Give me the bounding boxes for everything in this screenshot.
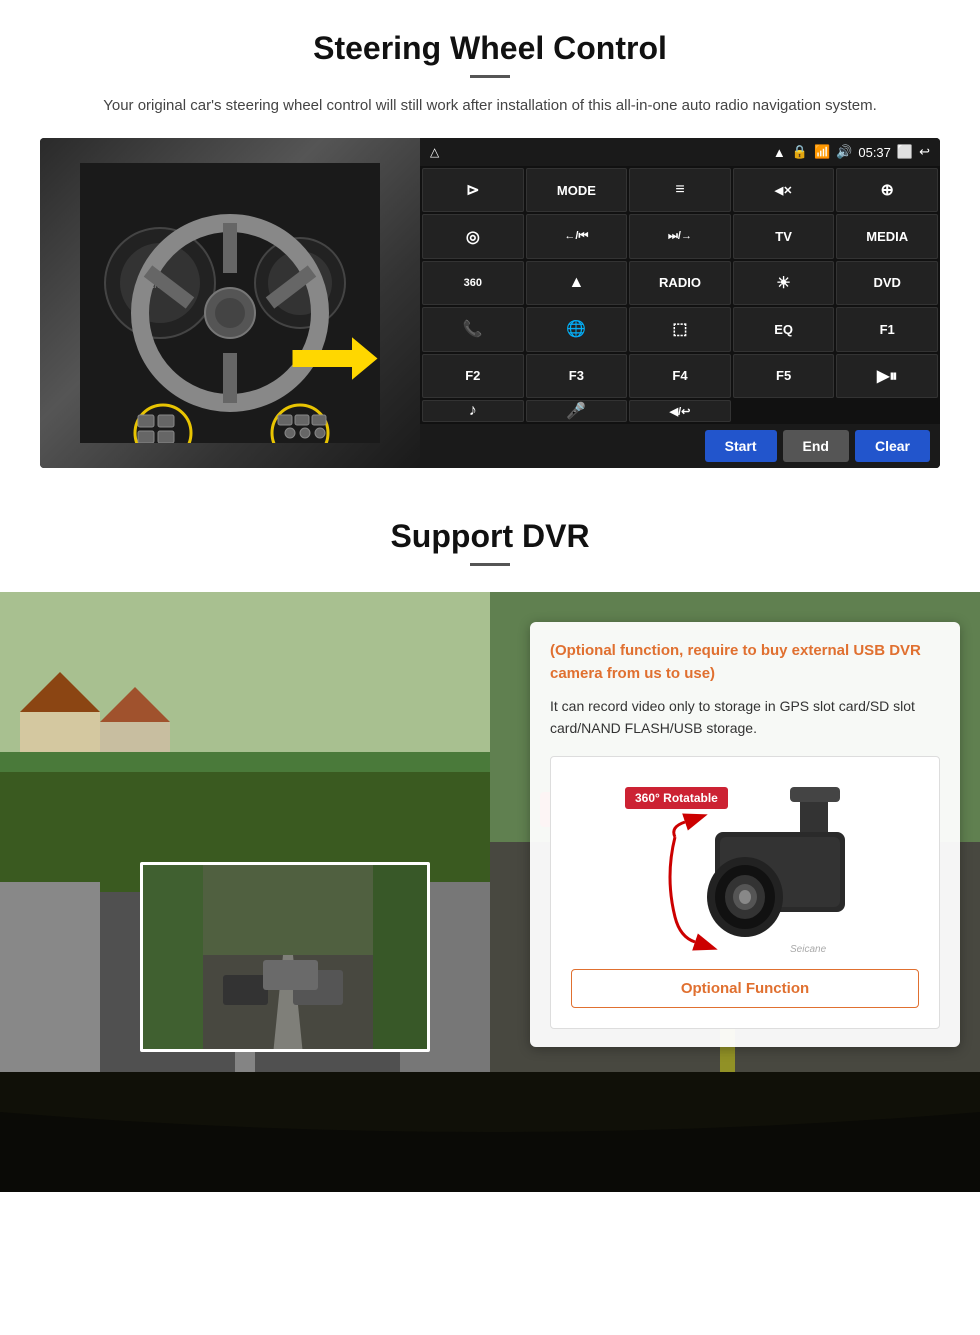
svg-text:Seicane: Seicane [790, 944, 827, 955]
hu-btn-dvd[interactable]: DVD [836, 261, 938, 305]
hu-btn-mute[interactable]: ◀✕ [733, 168, 835, 212]
hu-btn-next[interactable]: ⏭/→ [629, 214, 731, 258]
hu-btn-f3[interactable]: F3 [526, 354, 628, 398]
window-icon: ⬜ [897, 144, 913, 160]
dvr-bottom-area [0, 1072, 980, 1192]
steering-wheel-icon: km/h [80, 163, 380, 443]
dvr-section: Support DVR [0, 488, 980, 1192]
steering-image: km/h [40, 138, 420, 468]
bottom-scene [0, 1072, 980, 1192]
dvr-info-box: (Optional function, require to buy exter… [530, 622, 960, 1047]
hu-btn-back2[interactable]: ◀/↩ [629, 400, 731, 422]
hu-btn-tv[interactable]: TV [733, 214, 835, 258]
home-icon: △ [430, 145, 439, 159]
hu-btn-brightness[interactable]: ☀ [733, 261, 835, 305]
hu-btn-music[interactable]: ♪ [422, 400, 524, 422]
headunit-button-grid: ⊳ MODE ≡ ◀✕ ⊕ ◎ ←/⏮ ⏭/→ TV MEDIA 360 ▲ R… [420, 166, 940, 424]
dvr-camera-box: 360° Rotatable [550, 756, 940, 1029]
hu-btn-mirror[interactable]: ⬚ [629, 307, 731, 351]
dvr-optional-text: (Optional function, require to buy exter… [550, 640, 940, 685]
hu-btn-360[interactable]: 360 [422, 261, 524, 305]
wifi-icon: ▲ [773, 145, 786, 160]
hu-btn-empty1 [733, 400, 835, 422]
start-button[interactable]: Start [705, 430, 777, 462]
hu-btn-empty2 [836, 400, 938, 422]
optional-function-button[interactable]: Optional Function [571, 969, 919, 1008]
page-title: Steering Wheel Control [40, 30, 940, 67]
title-divider [470, 75, 510, 78]
sound-icon: 🔊 [836, 144, 852, 160]
status-right: ▲ 🔒 📶 🔊 05:37 ⬜ ↩ [773, 144, 930, 160]
hu-btn-playpause[interactable]: ▶⏸ [836, 354, 938, 398]
hu-btn-eq[interactable]: EQ [733, 307, 835, 351]
clear-button[interactable]: Clear [855, 430, 930, 462]
pip-dashcam-image [140, 862, 430, 1052]
headunit-panel: △ ▲ 🔒 📶 🔊 05:37 ⬜ ↩ ⊳ MODE ≡ ◀✕ [420, 138, 940, 468]
status-time: 05:37 [858, 145, 891, 160]
dvr-background-image: (Optional function, require to buy exter… [0, 592, 980, 1072]
hu-btn-menu[interactable]: ≡ [629, 168, 731, 212]
hu-btn-phone[interactable]: 📞 [422, 307, 524, 351]
status-bar: △ ▲ 🔒 📶 🔊 05:37 ⬜ ↩ [420, 138, 940, 166]
rotatable-badge: 360° Rotatable [625, 787, 728, 809]
headunit-controls: Start End Clear [420, 424, 940, 468]
hu-btn-radio[interactable]: RADIO [629, 261, 731, 305]
dvr-header: Support DVR [0, 488, 980, 592]
hu-btn-eject[interactable]: ▲ [526, 261, 628, 305]
hu-btn-f4[interactable]: F4 [629, 354, 731, 398]
hu-btn-mic[interactable]: 🎤 [526, 400, 628, 422]
hu-btn-prev[interactable]: ←/⏮ [526, 214, 628, 258]
hu-btn-web[interactable]: 🌐 [526, 307, 628, 351]
hu-btn-media[interactable]: MEDIA [836, 214, 938, 258]
hu-btn-mode[interactable]: MODE [526, 168, 628, 212]
camera-svg-area: 360° Rotatable [615, 777, 875, 957]
hu-btn-f1[interactable]: F1 [836, 307, 938, 351]
steering-section: Steering Wheel Control Your original car… [0, 0, 980, 488]
end-button[interactable]: End [783, 430, 849, 462]
dvr-desc-text: It can record video only to storage in G… [550, 695, 940, 740]
back-icon: ↩ [919, 144, 930, 160]
hu-btn-nav[interactable]: ⊳ [422, 168, 524, 212]
section-subtitle: Your original car's steering wheel contr… [80, 94, 900, 118]
hu-btn-f2[interactable]: F2 [422, 354, 524, 398]
lock-icon: 🔒 [792, 144, 808, 160]
signal-icon: 📶 [814, 144, 830, 160]
dvr-title: Support DVR [40, 518, 940, 555]
pip-scene [143, 865, 430, 1052]
hu-btn-settings[interactable]: ◎ [422, 214, 524, 258]
steering-demo-area: km/h [40, 138, 940, 468]
hu-btn-f5[interactable]: F5 [733, 354, 835, 398]
status-left: △ [430, 145, 439, 159]
dvr-title-divider [470, 563, 510, 566]
hu-btn-apps[interactable]: ⊕ [836, 168, 938, 212]
